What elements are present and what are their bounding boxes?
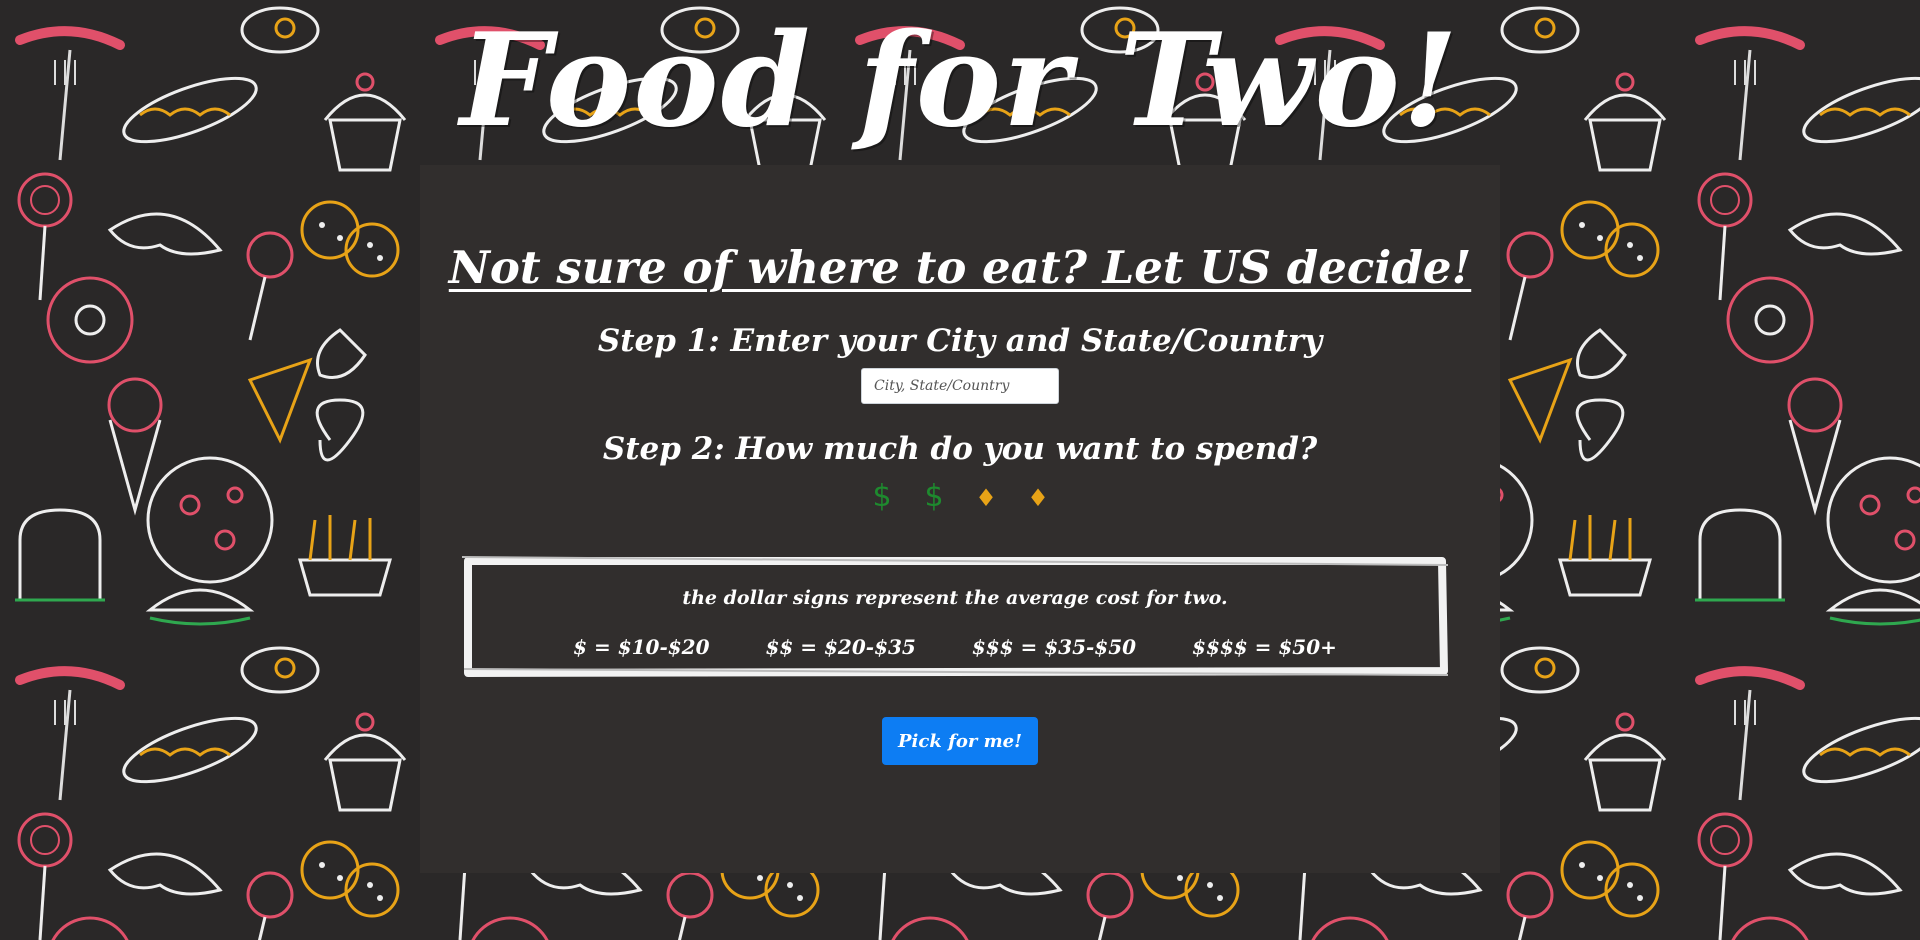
- tagline: Not sure of where to eat? Let US decide!: [448, 241, 1472, 294]
- legend-item: $$$ = $35-$50: [971, 635, 1137, 659]
- step1-heading: Step 1: Enter your City and State/Countr…: [597, 323, 1323, 359]
- legend-item: $ = $10-$20: [573, 635, 710, 659]
- city-state-input[interactable]: [861, 368, 1059, 404]
- legend-note: the dollar signs represent the average c…: [682, 587, 1228, 609]
- dollar-icon[interactable]: $: [914, 477, 954, 517]
- price-legend: the dollar signs represent the average c…: [460, 555, 1450, 677]
- legend-item: $$ = $20-$35: [765, 635, 916, 659]
- legend-items: $ = $10-$20 $$ = $20-$35 $$$ = $35-$50 $$$$…: [460, 633, 1450, 661]
- diamond-icon[interactable]: ♦: [1018, 478, 1058, 518]
- dollar-icon[interactable]: $: [862, 477, 902, 517]
- site-title: Food for Two!: [459, 6, 1461, 156]
- step2-heading: Step 2: How much do you want to spend?: [602, 431, 1318, 467]
- legend-item: $$$$ = $50+: [1192, 635, 1337, 659]
- main-panel: Not sure of where to eat? Let US decide!…: [420, 165, 1500, 873]
- pick-for-me-button[interactable]: Pick for me!: [882, 717, 1038, 765]
- price-selector: $ $ ♦ ♦: [420, 477, 1500, 517]
- diamond-icon[interactable]: ♦: [966, 478, 1006, 518]
